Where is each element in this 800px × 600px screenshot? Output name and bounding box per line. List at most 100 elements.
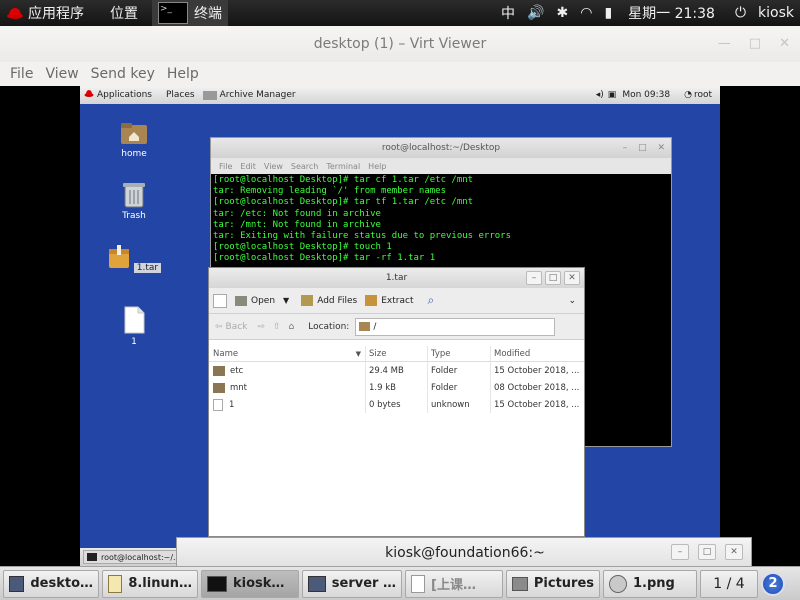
terminal-line: tar: /etc: Not found in archive — [213, 208, 381, 219]
host-terminal-maximize-button[interactable]: □ — [698, 544, 716, 560]
column-type[interactable]: Type — [428, 346, 491, 361]
desktop-icon-1tar[interactable]: 1.tar — [106, 244, 162, 273]
clock[interactable]: 星期一 21:38 — [622, 0, 721, 26]
up-arrow-icon[interactable]: ⇧ — [273, 322, 281, 332]
close-button[interactable]: ✕ — [779, 36, 790, 51]
taskbar-item-document[interactable]: [上课… — [405, 569, 503, 598]
desktop-icon-trash[interactable]: Trash — [106, 180, 162, 221]
folder-icon — [213, 365, 225, 376]
terminal-minimize-button[interactable]: – — [623, 143, 628, 153]
places-menu[interactable]: 位置 — [104, 0, 144, 26]
desktop-icon-label: 1.tar — [133, 263, 162, 273]
terminal-menu-help[interactable]: Help — [364, 162, 390, 171]
terminal-menu-edit[interactable]: Edit — [236, 162, 260, 171]
search-icon[interactable]: ⌕ — [427, 293, 434, 308]
terminal-menu-bar: File Edit View Search Terminal Help — [211, 158, 671, 174]
taskbar-item-pictures[interactable]: Pictures — [506, 569, 600, 598]
terminal-output[interactable]: [root@localhost Desktop]# tar cf 1.tar /… — [211, 174, 671, 266]
power-icon[interactable]: ⏻ — [729, 0, 752, 26]
active-app-terminal[interactable]: >_ 终端 — [152, 0, 228, 26]
taskbar-item-server[interactable]: server … — [302, 569, 402, 598]
wifi-icon[interactable]: ◠ — [574, 0, 598, 26]
terminal-title: root@localhost:~/Desktop — [381, 143, 501, 153]
extract-icon — [365, 295, 378, 306]
file-icon — [124, 306, 145, 334]
taskbar-item-kiosk-terminal[interactable]: kiosk… — [201, 569, 299, 598]
minimize-button[interactable]: — — [718, 36, 731, 51]
desktop-icon-home[interactable]: home — [106, 120, 162, 159]
add-files-button[interactable]: Add Files — [301, 295, 357, 306]
host-terminal-minimize-button[interactable]: – — [671, 544, 689, 560]
desktop-icon-1[interactable]: 1 — [106, 306, 162, 347]
archive-maximize-button[interactable]: □ — [545, 271, 561, 285]
host-terminal-close-button[interactable]: ✕ — [725, 544, 743, 560]
archive-close-button[interactable]: ✕ — [564, 271, 580, 285]
back-arrow-icon[interactable]: ⇦ — [215, 322, 223, 332]
guest-active-app[interactable]: Archive Manager — [202, 90, 296, 100]
terminal-menu-search[interactable]: Search — [287, 162, 322, 171]
guest-clock[interactable]: Mon 09:38 — [622, 90, 670, 100]
menu-send-key[interactable]: Send key — [85, 66, 161, 82]
desktop-icon-label: 1 — [131, 337, 137, 347]
terminal-line: [root@localhost Desktop]# tar tf 1.tar /… — [213, 197, 474, 208]
battery-icon[interactable]: ▮ — [598, 0, 618, 26]
guest-user-menu[interactable]: root — [694, 90, 712, 100]
desktop-icon-label: home — [121, 149, 147, 159]
archive-manager-window[interactable]: 1.tar – □ ✕ Open ▼ Add Files Extract ⌕ ⌄… — [208, 267, 585, 537]
taskbar-item-desktop[interactable]: deskto… — [3, 569, 99, 598]
table-row[interactable]: mnt 1.9 kB Folder 08 October 2018, ... — [209, 379, 584, 396]
location-field[interactable]: / — [355, 317, 556, 336]
guest-volume-icon[interactable]: ◂) — [596, 90, 604, 100]
terminal-menu-file[interactable]: File — [215, 162, 236, 171]
archive-title-bar: 1.tar – □ ✕ — [209, 268, 584, 288]
ime-indicator[interactable]: 中 — [495, 0, 521, 26]
terminal-close-button[interactable]: ✕ — [657, 143, 665, 153]
bluetooth-icon[interactable]: ✱ — [550, 0, 574, 26]
guest-desktop[interactable]: Applications Places Archive Manager ◂) ▣… — [80, 86, 720, 566]
guest-places-menu[interactable]: Places — [166, 90, 195, 100]
taskbar-item-editor[interactable]: 8.linun… — [102, 569, 198, 598]
archive-minimize-button[interactable]: – — [526, 271, 542, 285]
workspace-switcher[interactable]: 1 / 4 — [700, 569, 758, 598]
terminal-menu-view[interactable]: View — [260, 162, 287, 171]
archive-menu-chevron-icon[interactable]: ⌄ — [568, 296, 576, 306]
home-folder-icon — [121, 123, 147, 144]
host-terminal-window[interactable]: kiosk@foundation66:~ – □ ✕ — [176, 537, 752, 567]
file-icon — [213, 398, 223, 411]
menu-help[interactable]: Help — [161, 66, 205, 82]
desktop-icon-label: Trash — [122, 211, 146, 221]
menu-file[interactable]: File — [4, 66, 39, 82]
menu-bar: File View Send key Help — [0, 62, 800, 86]
terminal-maximize-button[interactable]: □ — [638, 143, 647, 153]
terminal-app-label: 终端 — [194, 6, 222, 22]
user-menu[interactable]: kiosk — [752, 0, 800, 26]
guest-battery-icon[interactable]: ▣ — [608, 90, 617, 100]
column-size[interactable]: Size — [366, 346, 428, 361]
table-row[interactable]: etc 29.4 MB Folder 15 October 2018, ... — [209, 362, 584, 379]
terminal-menu-terminal[interactable]: Terminal — [322, 162, 364, 171]
taskbar-item-image-viewer[interactable]: 1.png — [603, 569, 697, 598]
redhat-icon — [7, 8, 23, 19]
new-archive-icon[interactable] — [213, 293, 227, 308]
volume-icon[interactable]: 🔊 — [521, 0, 550, 26]
table-row[interactable]: 1 0 bytes unknown 15 October 2018, ... — [209, 396, 584, 413]
virt-viewer-window: desktop (1) – Virt Viewer — □ ✕ File Vie… — [0, 26, 800, 86]
archive-toolbar: Open ▼ Add Files Extract ⌕ ⌄ — [209, 288, 584, 314]
window-title: desktop (1) – Virt Viewer — [0, 26, 800, 62]
home-icon[interactable]: ⌂ — [289, 322, 295, 332]
column-name[interactable]: Name ▼ — [209, 346, 366, 361]
notification-badge[interactable]: 2 — [761, 571, 785, 596]
menu-view[interactable]: View — [39, 66, 84, 82]
maximize-button[interactable]: □ — [749, 36, 761, 51]
back-button[interactable]: Back — [226, 322, 248, 332]
guest-applications-menu[interactable]: Applications — [97, 90, 152, 100]
location-value: / — [373, 321, 377, 332]
open-button[interactable]: Open ▼ — [235, 295, 289, 306]
monitor-icon — [308, 575, 326, 592]
extract-button[interactable]: Extract — [365, 295, 413, 306]
applications-menu[interactable]: 应用程序 — [0, 0, 90, 26]
folder-icon — [213, 382, 225, 393]
column-modified[interactable]: Modified — [491, 346, 584, 361]
forward-arrow-icon[interactable]: ⇨ — [257, 322, 265, 332]
document-icon — [411, 574, 425, 593]
